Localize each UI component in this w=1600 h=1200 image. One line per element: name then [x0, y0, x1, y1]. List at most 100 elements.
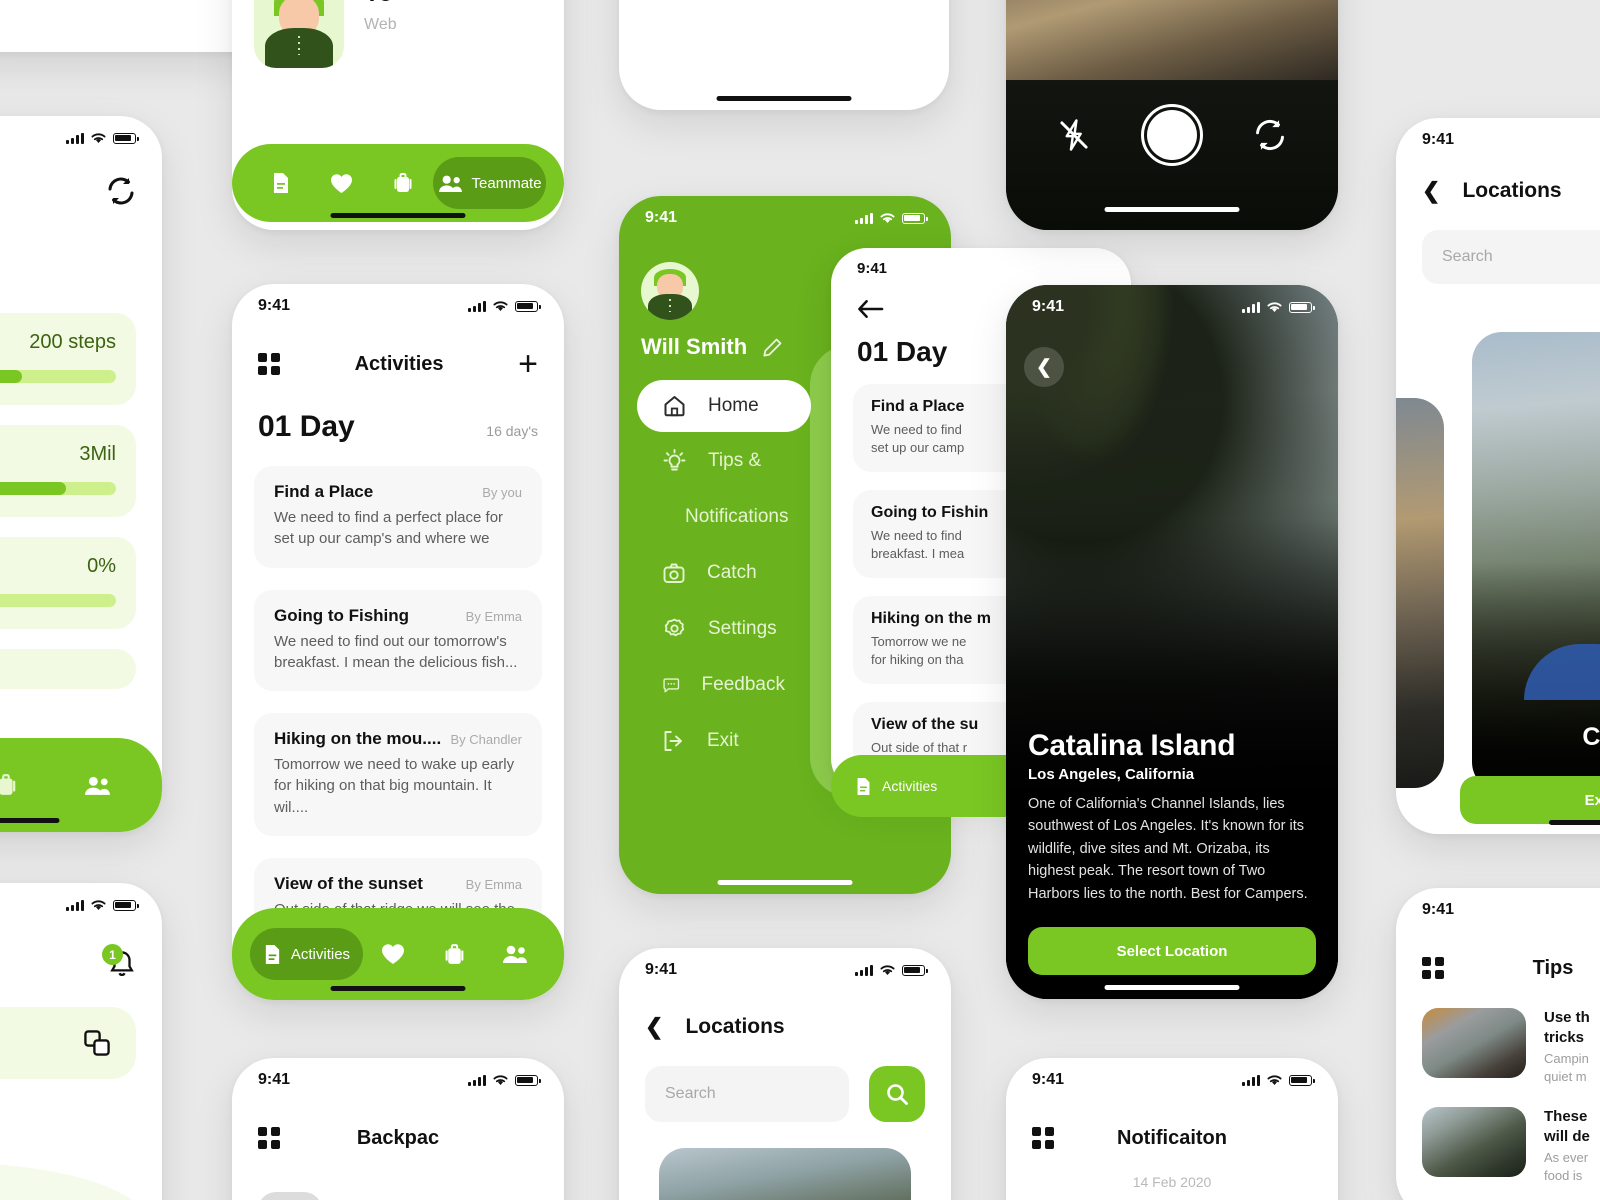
sidebar-item-exit[interactable]: Exit [637, 714, 811, 768]
sidebar-item-tips[interactable]: Tips & [637, 434, 811, 488]
sidebar-item-label: Feedback [701, 674, 785, 695]
tab-teammate[interactable] [485, 928, 546, 980]
sidebar-item-catch[interactable]: Catch [637, 546, 811, 600]
status-bar: 9:41 [1006, 1058, 1338, 1102]
shutter-icon[interactable] [1141, 104, 1203, 166]
pencil-icon[interactable] [763, 338, 782, 357]
camera-screen [1006, 0, 1338, 230]
location-card-title: Catalina [1582, 723, 1600, 751]
battery-icon [113, 899, 139, 911]
copy-icon[interactable] [84, 1030, 110, 1056]
status-bar: 9:41 [1396, 118, 1600, 162]
tip-title: Use th tricks [1544, 1009, 1590, 1046]
activity-card[interactable]: Find a Place By you We need to find a pe… [254, 466, 542, 568]
refresh-icon[interactable] [106, 177, 136, 205]
grid-icon[interactable] [258, 1127, 280, 1149]
chevron-left-icon[interactable]: ❮ [645, 1014, 663, 1040]
tab-favorites[interactable] [311, 157, 372, 209]
tip-title: These will de [1544, 1108, 1590, 1145]
menu-user-name: Will Smith [641, 334, 748, 359]
avatar [641, 262, 699, 320]
bulb-icon [663, 449, 686, 471]
sidebar-item-feedback[interactable]: Feedback [637, 658, 811, 712]
briefcase-icon [0, 774, 16, 795]
document-icon [265, 944, 280, 964]
chat-illustration [0, 1163, 152, 1200]
fitness-tabbar[interactable]: ess [0, 738, 162, 832]
fitness-navbar: tness [0, 160, 162, 222]
sidebar-item-label: Catch [707, 562, 757, 583]
metric-card: 0% [0, 537, 136, 629]
tab-activities[interactable] [250, 157, 311, 209]
camera-viewfinder [1006, 0, 1338, 84]
home-indicator [0, 818, 60, 823]
profile-tabbar[interactable]: Teammate [232, 144, 564, 222]
sidebar-item-notifications[interactable]: Notifications [637, 490, 811, 544]
activities-tabbar[interactable]: Activities [232, 908, 564, 1000]
wifi-icon [493, 1075, 508, 1085]
tab-backpack[interactable] [372, 157, 433, 209]
explore-label: Explo [1584, 791, 1600, 809]
status-indicators [1242, 1074, 1315, 1086]
activity-author: By Emma [465, 877, 522, 893]
chat-screen: ing 1 [0, 883, 162, 1200]
tip-item[interactable]: Use th tricks Campin quiet m [1396, 1004, 1600, 1085]
search-input[interactable]: Search [645, 1066, 849, 1122]
back-button[interactable]: ❮ [1024, 347, 1064, 387]
tab-teammate[interactable]: Teammate [433, 157, 546, 209]
chevron-left-icon[interactable]: ❮ [1422, 178, 1440, 204]
select-location-button[interactable]: Select Location [1028, 927, 1316, 975]
activity-title: Hiking on the mou.... [274, 729, 442, 749]
wifi-icon [880, 965, 895, 975]
status-time: 9:41 [1422, 901, 1455, 918]
signal-icon [1242, 301, 1260, 313]
location-card-active[interactable]: Catalina [1472, 332, 1600, 792]
activity-title: Going to Fishing [274, 605, 410, 625]
tab-teammate[interactable] [52, 759, 144, 811]
add-activity-button[interactable]: + [518, 347, 538, 381]
activity-card[interactable]: Going to Fishing By Emma We need to find… [254, 589, 542, 692]
activity-author: By you [482, 485, 522, 500]
status-bar: 9:41 [619, 196, 951, 240]
arrow-left-icon[interactable] [857, 299, 884, 319]
profile-subtitle: Web [364, 16, 397, 33]
explore-button[interactable]: Explo [1460, 776, 1600, 824]
location-card-prev[interactable] [1396, 398, 1444, 788]
notification-badge: 1 [102, 944, 123, 965]
sidebar-item-settings[interactable]: Settings [637, 602, 811, 656]
home-indicator [716, 96, 852, 101]
page-title: Activities [354, 352, 444, 375]
camera-flip-icon[interactable] [1253, 119, 1287, 151]
sidebar-item-label: Exit [707, 730, 739, 751]
tab-backpack[interactable] [424, 928, 485, 980]
location-card-thumb[interactable] [659, 1148, 911, 1200]
profile-name: Yo [364, 0, 397, 8]
notification-navbar: Notificaiton [1006, 1102, 1338, 1174]
search-button[interactable] [869, 1066, 925, 1122]
blank-card-screen [619, 0, 949, 110]
activity-body: Tomorrow we need to wake up early for hi… [274, 756, 515, 816]
sidebar-item-label: Notifications [685, 506, 789, 527]
grid-icon[interactable] [1032, 1127, 1054, 1149]
grid-icon[interactable] [258, 353, 280, 375]
profile-screen: Yo Web Teammate [232, 0, 564, 230]
camera-icon [663, 563, 685, 583]
activity-body: We need to find a perfect place for set … [274, 509, 504, 548]
tip-item[interactable]: These will de As ever food is [1396, 1085, 1600, 1184]
battery-icon [902, 212, 928, 224]
activity-card[interactable]: Hiking on the mou.... By Chandler Tomorr… [254, 713, 542, 837]
status-bar: 9:41 [831, 248, 1131, 288]
tab-activities[interactable]: Activities [250, 928, 363, 980]
search-input[interactable]: Search [1422, 230, 1600, 284]
sidebar-item-home[interactable]: Home [637, 380, 811, 432]
activity-title: View of the sunset [274, 874, 423, 894]
activities-navbar: Activities + [232, 328, 564, 400]
notification-bell[interactable]: 1 [102, 944, 136, 979]
people-icon [438, 175, 462, 192]
grid-icon[interactable] [1422, 957, 1444, 979]
sidebar-item-label: Settings [708, 618, 777, 639]
signal-icon [855, 964, 873, 976]
tab-favorites[interactable] [363, 928, 424, 980]
tab-backpack[interactable] [0, 759, 52, 811]
flash-off-icon[interactable] [1057, 118, 1091, 152]
